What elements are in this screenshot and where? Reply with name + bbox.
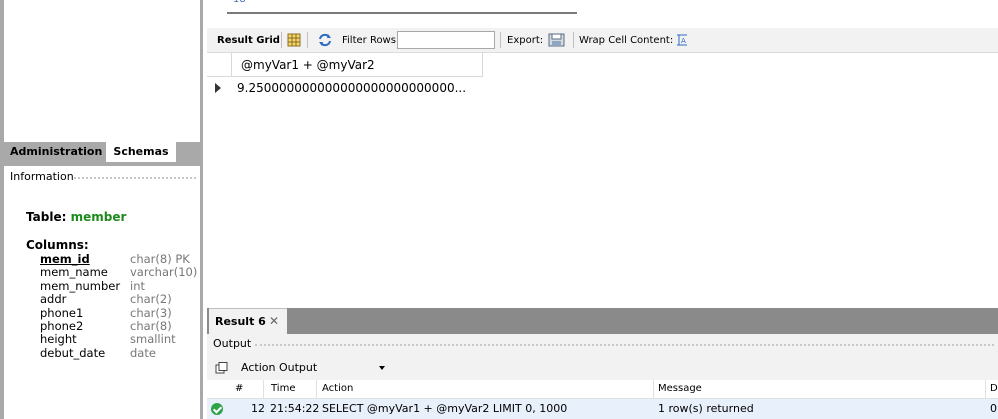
result-grid-label: Result Grid bbox=[217, 35, 280, 46]
output-header: # Time Action Message D bbox=[207, 380, 998, 399]
editor-line-number: 18 bbox=[233, 0, 246, 5]
column-row: phone1 char(3) bbox=[40, 305, 205, 320]
information-header: Information bbox=[10, 170, 74, 183]
toolbar-separator bbox=[307, 32, 308, 48]
navigator-panel bbox=[4, 0, 200, 142]
output-title: Output bbox=[213, 337, 252, 350]
result-tab-bar: Result 6 ✕ bbox=[207, 308, 998, 334]
output-table: # Time Action Message D 12 21:54:22 SELE… bbox=[207, 380, 998, 419]
output-col-time[interactable]: Time bbox=[271, 383, 295, 394]
column-type: date bbox=[130, 345, 156, 360]
column-divider bbox=[263, 380, 264, 399]
output-divider bbox=[255, 344, 994, 346]
column-name: debut_date bbox=[40, 345, 106, 360]
table-name: member bbox=[70, 210, 127, 224]
copy-icon[interactable] bbox=[215, 362, 229, 374]
output-row-action: SELECT @myVar1 + @myVar2 LIMIT 0, 1000 bbox=[322, 402, 568, 415]
column-name: phone2 bbox=[40, 318, 84, 333]
column-divider bbox=[653, 380, 654, 399]
output-type-select[interactable]: Action Output bbox=[237, 358, 387, 378]
table-info: Table: member bbox=[26, 210, 126, 224]
output-row-duration: 0. bbox=[990, 402, 998, 415]
column-type: char(3) bbox=[130, 305, 172, 320]
chevron-down-icon bbox=[379, 366, 385, 370]
editor-scrollbar[interactable] bbox=[227, 12, 577, 14]
column-row: debut_date date bbox=[40, 345, 205, 360]
refresh-icon[interactable] bbox=[317, 28, 333, 53]
row-pointer-icon bbox=[215, 83, 221, 93]
export-icon[interactable] bbox=[548, 28, 566, 53]
output-row-message: 1 row(s) returned bbox=[658, 402, 754, 415]
wrap-cell-icon[interactable]: A bbox=[676, 28, 688, 53]
column-name: mem_name bbox=[40, 265, 108, 280]
tab-schemas[interactable]: Schemas bbox=[106, 142, 176, 162]
information-divider bbox=[74, 177, 196, 179]
column-row: phone2 char(8) bbox=[40, 318, 205, 333]
result-grid: @myVar1 + @myVar2 9.25000000000000000000… bbox=[207, 53, 998, 308]
output-row[interactable]: 12 21:54:22 SELECT @myVar1 + @myVar2 LIM… bbox=[207, 399, 998, 419]
toolbar-separator bbox=[281, 32, 282, 48]
wrap-cell-label: Wrap Cell Content: bbox=[579, 35, 674, 46]
output-col-action[interactable]: Action bbox=[322, 383, 353, 394]
output-col-message[interactable]: Message bbox=[658, 383, 702, 394]
grid-corner bbox=[207, 53, 232, 77]
main-area: 18 Result Grid Filter Rows: Export: Wrap… bbox=[203, 0, 998, 419]
filter-rows-label: Filter Rows: bbox=[342, 35, 400, 46]
result-tab-label: Result 6 bbox=[215, 315, 266, 328]
column-name: addr bbox=[40, 292, 67, 307]
column-row: mem_number int bbox=[40, 278, 205, 293]
column-type: char(2) bbox=[130, 292, 172, 307]
column-name: height bbox=[40, 332, 77, 347]
column-row: mem_id char(8) PK bbox=[40, 252, 205, 266]
toolbar-separator bbox=[500, 32, 501, 48]
column-list: mem_id char(8) PK mem_name varchar(10) m… bbox=[40, 252, 205, 360]
output-panel: Output Action Output # Time Action Messa… bbox=[207, 334, 998, 419]
grid-column-divider bbox=[482, 53, 483, 77]
grid-cell[interactable]: 9.250000000000000000000000000... bbox=[237, 81, 483, 95]
tab-administration[interactable]: Administration bbox=[4, 142, 104, 162]
output-col-num[interactable]: # bbox=[235, 383, 243, 394]
grid-row[interactable]: 9.250000000000000000000000000... bbox=[207, 77, 483, 99]
toolbar-separator bbox=[573, 32, 574, 48]
workbench-window: Administration Schemas Information Table… bbox=[0, 0, 998, 419]
output-row-num: 12 bbox=[251, 402, 265, 415]
grid-header: @myVar1 + @myVar2 bbox=[207, 53, 483, 77]
output-col-duration[interactable]: D bbox=[990, 383, 998, 394]
grid-column-header[interactable]: @myVar1 + @myVar2 bbox=[241, 58, 375, 72]
close-icon[interactable]: ✕ bbox=[269, 314, 279, 328]
filter-rows-input[interactable] bbox=[397, 31, 495, 49]
column-divider bbox=[316, 380, 317, 399]
column-row: addr char(2) bbox=[40, 292, 205, 307]
information-panel: Information Table: member Columns: mem_i… bbox=[4, 166, 200, 419]
sidebar-tabs: Administration Schemas bbox=[4, 142, 203, 162]
column-type: int bbox=[130, 278, 145, 293]
sidebar: Administration Schemas Information Table… bbox=[0, 0, 203, 419]
tab-result-6[interactable]: Result 6 ✕ bbox=[209, 308, 287, 334]
column-type: varchar(10) bbox=[130, 265, 198, 280]
column-type: char(8) PK bbox=[130, 252, 190, 266]
column-name: mem_number bbox=[40, 278, 121, 293]
column-row: height smallint bbox=[40, 332, 205, 347]
column-type: char(8) bbox=[130, 318, 172, 333]
grid-view-icon[interactable] bbox=[287, 28, 301, 53]
output-row-time: 21:54:22 bbox=[270, 402, 320, 415]
export-label: Export: bbox=[507, 35, 544, 46]
column-divider bbox=[985, 380, 986, 399]
result-toolbar: Result Grid Filter Rows: Export: Wrap Ce… bbox=[207, 28, 998, 53]
columns-label: Columns: bbox=[26, 238, 89, 252]
column-type: smallint bbox=[130, 332, 176, 347]
column-name: mem_id bbox=[40, 252, 90, 266]
column-name: phone1 bbox=[40, 305, 84, 320]
column-row: mem_name varchar(10) bbox=[40, 265, 205, 280]
svg-text:A: A bbox=[681, 37, 686, 45]
table-prefix: Table: bbox=[26, 210, 67, 224]
output-type-value: Action Output bbox=[241, 361, 318, 374]
success-icon bbox=[211, 403, 223, 415]
sql-editor[interactable]: 18 bbox=[207, 0, 998, 28]
